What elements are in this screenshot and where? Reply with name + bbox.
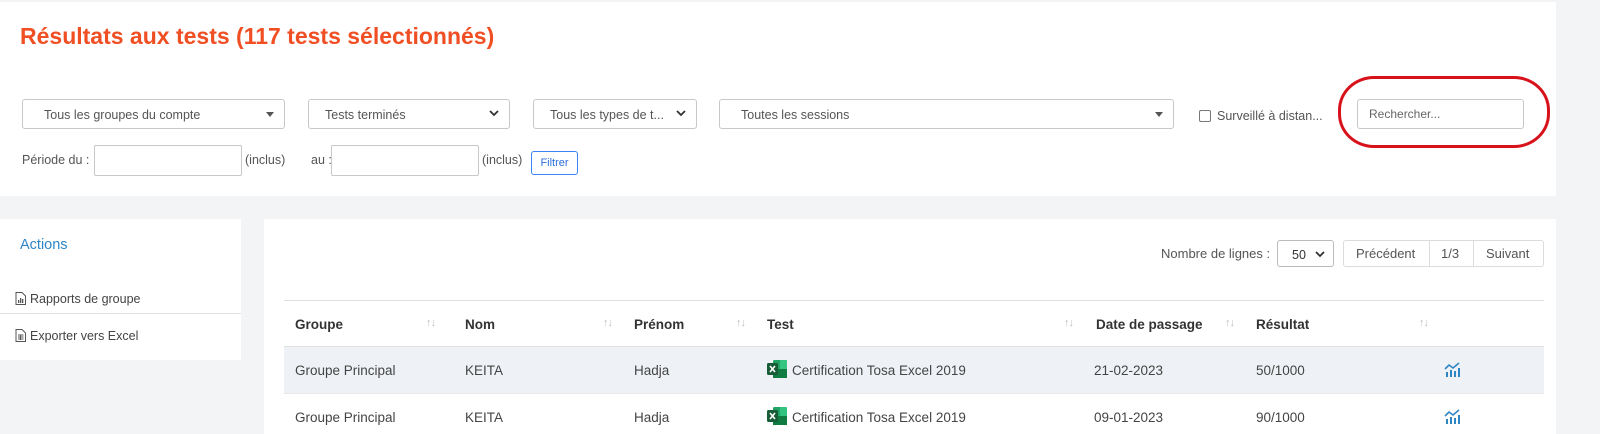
- results-table: Groupe ↑↓ Nom ↑↓ Prénom ↑↓ Test ↑↓ Date …: [284, 300, 1544, 434]
- table-header: Groupe ↑↓ Nom ↑↓ Prénom ↑↓ Test ↑↓ Date …: [284, 300, 1544, 347]
- filter-panel: Résultats aux tests (117 tests sélection…: [0, 2, 1556, 196]
- cell-resultat: 90/1000: [1256, 410, 1305, 425]
- next-page-button[interactable]: Suivant: [1474, 241, 1543, 266]
- chevron-down-icon: [676, 110, 686, 117]
- group-select-value: Tous les groupes du compte: [44, 108, 201, 122]
- cell-prenom: Hadja: [634, 410, 670, 425]
- period-to-input[interactable]: [331, 145, 479, 176]
- sidebar-item-group-reports[interactable]: Rapports de groupe: [0, 278, 241, 313]
- sidebar-title: Actions: [20, 237, 68, 253]
- table-row[interactable]: Groupe Principal KEITA Hadja Certificati…: [284, 394, 1544, 434]
- actions-sidebar: Actions Rapports de groupe Exporter vers…: [0, 219, 241, 360]
- cell-nom: KEITA: [465, 410, 504, 425]
- sidebar-item-export-excel[interactable]: Exporter vers Excel: [0, 315, 241, 359]
- column-header-test[interactable]: Test: [767, 317, 794, 332]
- rows-per-page-value: 50: [1292, 248, 1306, 262]
- excel-icon: [767, 360, 787, 378]
- status-select[interactable]: Tests terminés: [308, 99, 510, 129]
- group-select[interactable]: Tous les groupes du compte: [22, 99, 285, 129]
- search-highlight-annotation: [1338, 76, 1550, 148]
- cell-nom: KEITA: [465, 363, 504, 378]
- inclusive-label: (inclus): [245, 153, 286, 167]
- sort-icon[interactable]: ↑↓: [1064, 317, 1074, 329]
- cell-prenom: Hadja: [634, 363, 670, 378]
- rows-per-page-label: Nombre de lignes :: [1161, 246, 1271, 261]
- remote-monitoring-filter[interactable]: Surveillé à distan...: [1199, 107, 1323, 123]
- sort-icon[interactable]: ↑↓: [426, 317, 436, 329]
- inclusive-label: (inclus): [482, 153, 523, 167]
- period-to-label: au :: [311, 153, 332, 167]
- stats-chart-icon[interactable]: [1444, 409, 1461, 424]
- session-select[interactable]: Toutes les sessions: [719, 99, 1174, 129]
- excel-icon: [767, 407, 787, 425]
- type-select-value: Tous les types de t...: [550, 108, 664, 122]
- sidebar-item-label: Exporter vers Excel: [30, 329, 139, 343]
- filter-button[interactable]: Filtrer: [531, 151, 578, 175]
- column-header-prenom[interactable]: Prénom: [634, 317, 684, 332]
- cell-resultat: 50/1000: [1256, 363, 1305, 378]
- type-select[interactable]: Tous les types de t...: [533, 99, 697, 129]
- table-row[interactable]: Groupe Principal KEITA Hadja Certificati…: [284, 347, 1544, 394]
- cell-test[interactable]: Certification Tosa Excel 2019: [792, 410, 966, 425]
- cell-groupe: Groupe Principal: [295, 363, 396, 378]
- stats-chart-icon[interactable]: [1444, 362, 1461, 377]
- cell-date: 21-02-2023: [1094, 363, 1164, 378]
- divider: [0, 313, 241, 314]
- remote-monitoring-checkbox[interactable]: [1199, 109, 1211, 122]
- pagination: Précédent 1/3 Suivant: [1343, 240, 1544, 267]
- page-title: Résultats aux tests (117 tests sélection…: [20, 23, 495, 49]
- caret-down-icon: [266, 112, 274, 117]
- caret-down-icon: [1155, 112, 1163, 117]
- cell-test[interactable]: Certification Tosa Excel 2019: [792, 363, 966, 378]
- sort-icon[interactable]: ↑↓: [603, 317, 613, 329]
- period-from-input[interactable]: [94, 145, 242, 176]
- sort-icon[interactable]: ↑↓: [736, 317, 746, 329]
- period-from-label: Période du :: [22, 153, 90, 167]
- remote-monitoring-label: Surveillé à distan...: [1217, 108, 1323, 123]
- cell-groupe: Groupe Principal: [295, 410, 396, 425]
- chevron-down-icon: [1315, 251, 1325, 258]
- sidebar-item-label: Rapports de groupe: [30, 292, 141, 306]
- column-header-nom[interactable]: Nom: [465, 317, 495, 332]
- chevron-down-icon: [489, 110, 499, 117]
- sort-icon[interactable]: ↑↓: [1225, 317, 1235, 329]
- column-header-date[interactable]: Date de passage: [1096, 317, 1203, 332]
- sort-icon[interactable]: ↑↓: [1419, 317, 1429, 329]
- page-indicator: 1/3: [1430, 241, 1474, 266]
- chart-document-icon: [15, 292, 26, 305]
- spreadsheet-document-icon: [15, 329, 26, 342]
- rows-per-page-select[interactable]: 50: [1277, 240, 1334, 267]
- results-panel: Nombre de lignes : 50 Précédent 1/3 Suiv…: [264, 219, 1556, 434]
- column-header-groupe[interactable]: Groupe: [295, 317, 343, 332]
- status-select-value: Tests terminés: [325, 108, 406, 122]
- previous-page-button[interactable]: Précédent: [1344, 241, 1430, 266]
- cell-date: 09-01-2023: [1094, 410, 1164, 425]
- session-select-value: Toutes les sessions: [741, 108, 850, 122]
- column-header-resultat[interactable]: Résultat: [1256, 317, 1309, 332]
